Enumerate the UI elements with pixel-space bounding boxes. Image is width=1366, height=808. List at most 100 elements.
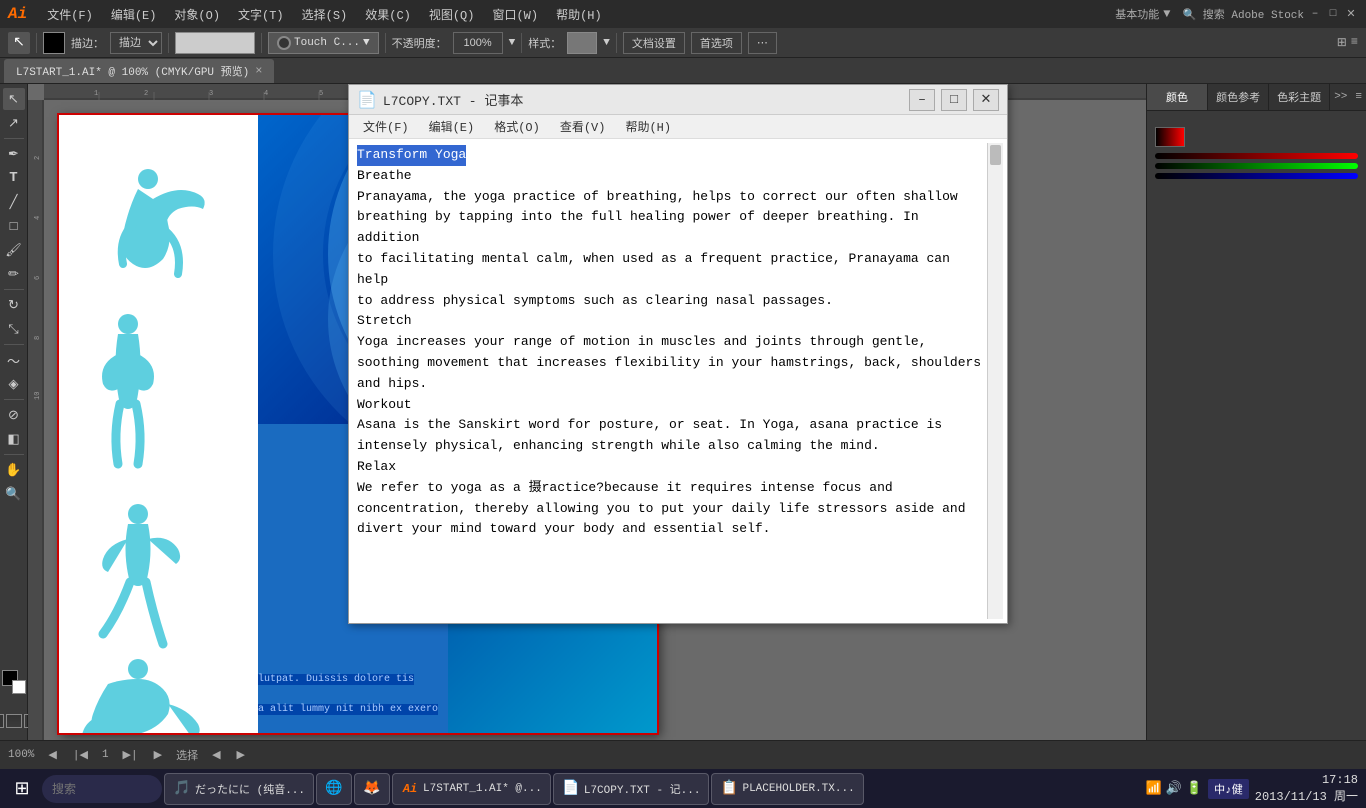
rotate-tool[interactable]: ↻ bbox=[3, 294, 25, 316]
minimize-button[interactable]: – bbox=[1308, 7, 1322, 21]
preferences-button[interactable]: 首选项 bbox=[691, 32, 742, 54]
taskbar-search-input[interactable] bbox=[42, 775, 162, 803]
pen-tool[interactable]: ✒ bbox=[3, 143, 25, 165]
tab-color-theme[interactable]: 色彩主题 bbox=[1269, 84, 1330, 110]
start-button[interactable]: ⊞ bbox=[4, 773, 40, 805]
taskbar-app-notepad1[interactable]: 📄 L7COPY.TXT - 记... bbox=[553, 773, 710, 805]
notepad-scrollbar[interactable] bbox=[987, 143, 1003, 619]
opacity-dropdown-arrow[interactable]: ▼ bbox=[509, 37, 516, 49]
normal-mode-icon[interactable] bbox=[0, 714, 4, 728]
menu-view[interactable]: 视图(Q) bbox=[421, 4, 483, 25]
toolbar-separator-3 bbox=[261, 33, 262, 53]
close-button[interactable]: ✕ bbox=[1344, 7, 1358, 21]
notepad-menu-help[interactable]: 帮助(H) bbox=[615, 116, 681, 137]
svg-text:2: 2 bbox=[34, 156, 42, 160]
notepad-window-icon: 📄 bbox=[357, 90, 377, 110]
battery-icon[interactable]: 🔋 bbox=[1186, 781, 1202, 796]
menu-edit[interactable]: 编辑(E) bbox=[103, 4, 165, 25]
gradient-tool[interactable]: ◧ bbox=[3, 428, 25, 450]
tool-separator-2 bbox=[4, 289, 24, 290]
status-next-button[interactable]: ▶ bbox=[235, 748, 247, 762]
eyedropper-tool[interactable]: ⊘ bbox=[3, 404, 25, 426]
line-tool[interactable]: ╱ bbox=[3, 191, 25, 213]
blend-tool[interactable]: ◈ bbox=[3, 373, 25, 395]
notepad-menu-file[interactable]: 文件(F) bbox=[353, 116, 419, 137]
pencil-tool[interactable]: ✏ bbox=[3, 263, 25, 285]
toolbar-separator-5 bbox=[521, 33, 522, 53]
stroke-color-box[interactable] bbox=[43, 32, 65, 54]
touch-button[interactable]: Touch C... ▼ bbox=[268, 32, 379, 54]
taskbar-app-illustrator[interactable]: Ai L7START_1.AI* @... bbox=[392, 773, 551, 805]
canvas-area[interactable]: 1 2 3 4 5 6 7 8 9 2 4 6 bbox=[28, 84, 1146, 740]
notepad-menu-edit[interactable]: 编辑(E) bbox=[419, 116, 485, 137]
page-next-button[interactable]: ▶ bbox=[152, 748, 164, 762]
notepad-minimize-button[interactable]: – bbox=[909, 89, 935, 111]
direct-select-tool[interactable]: ↗ bbox=[3, 112, 25, 134]
paintbrush-tool[interactable]: 🖌 bbox=[3, 239, 25, 261]
right-panel: 颜色 颜色参考 色彩主题 >> ≡ bbox=[1146, 84, 1366, 740]
notepad-window-title: L7COPY.TXT - 记事本 bbox=[383, 90, 903, 109]
grid-icon[interactable]: ≡ bbox=[1351, 35, 1358, 50]
menu-file[interactable]: 文件(F) bbox=[39, 4, 101, 25]
blue-slider-track bbox=[1155, 173, 1358, 179]
menu-object[interactable]: 对象(O) bbox=[166, 4, 228, 25]
volume-icon[interactable]: 🔊 bbox=[1166, 781, 1182, 796]
page-last-button[interactable]: ▶| bbox=[121, 748, 140, 762]
status-prev-button[interactable]: ◀ bbox=[210, 748, 222, 762]
menu-text[interactable]: 文字(T) bbox=[230, 4, 292, 25]
main-content: ↖ ↗ ✒ T ╱ □ 🖌 ✏ ↻ ⤡ 〜 ◈ ⊘ ◧ ✋ 🔍 bbox=[0, 84, 1366, 740]
page-first-button[interactable]: |◀ bbox=[71, 748, 90, 762]
maximize-button[interactable]: □ bbox=[1326, 7, 1340, 21]
panel-expand-icon[interactable]: >> bbox=[1330, 84, 1351, 110]
align-right-icon[interactable]: ⊞ bbox=[1337, 35, 1347, 50]
menu-window[interactable]: 窗口(W) bbox=[484, 4, 546, 25]
fill-stroke-swatches[interactable] bbox=[2, 670, 26, 694]
type-tool[interactable]: T bbox=[3, 167, 25, 189]
hand-tool[interactable]: ✋ bbox=[3, 459, 25, 481]
tab-color[interactable]: 颜色 bbox=[1147, 84, 1208, 110]
stroke-swatch[interactable] bbox=[12, 680, 26, 694]
panel-menu-icon[interactable]: ≡ bbox=[1351, 84, 1366, 110]
svg-text:5: 5 bbox=[319, 90, 323, 98]
tab-color-ref[interactable]: 颜色参考 bbox=[1208, 84, 1269, 110]
taskbar-app-notepad2[interactable]: 📋 PLACEHOLDER.TX... bbox=[711, 773, 863, 805]
system-clock[interactable]: 17:18 2013/11/13 周一 bbox=[1255, 773, 1358, 804]
page-prev-button[interactable]: ◀ bbox=[46, 748, 58, 762]
stroke-width-field[interactable] bbox=[175, 32, 255, 54]
scale-tool[interactable]: ⤡ bbox=[3, 318, 25, 340]
gradient-mode-icon[interactable] bbox=[6, 714, 22, 728]
menu-effect[interactable]: 效果(C) bbox=[357, 4, 419, 25]
ime-indicator[interactable]: 中♪健 bbox=[1208, 779, 1249, 799]
edge-icon: 🌐 bbox=[325, 780, 343, 798]
network-icon[interactable]: 📶 bbox=[1146, 781, 1162, 796]
rectangle-tool[interactable]: □ bbox=[3, 215, 25, 237]
opacity-input[interactable] bbox=[453, 32, 503, 54]
notepad-menu-view[interactable]: 查看(V) bbox=[550, 116, 616, 137]
color-mode-row bbox=[1155, 127, 1358, 147]
document-tab-title: L7START_1.AI* @ 100% (CMYK/GPU 预览) bbox=[16, 63, 249, 79]
taskbar-app-edge[interactable]: 🌐 bbox=[316, 773, 352, 805]
notepad-close-button[interactable]: ✕ bbox=[973, 89, 999, 111]
taskbar-app-music[interactable]: 🎵 だったにに (纯音... bbox=[164, 773, 314, 805]
notepad-maximize-button[interactable]: □ bbox=[941, 89, 967, 111]
doc-settings-button[interactable]: 文档设置 bbox=[623, 32, 685, 54]
notepad-textarea[interactable]: Transform Yoga Breathe Pranayama, the yo… bbox=[353, 143, 987, 619]
menu-select[interactable]: 选择(S) bbox=[294, 4, 356, 25]
notepad-content: Transform Yoga Breathe Pranayama, the yo… bbox=[349, 139, 1007, 623]
taskbar-app-firefox[interactable]: 🦊 bbox=[354, 773, 390, 805]
stroke-dropdown[interactable]: 描边 bbox=[110, 32, 162, 54]
tool-separator-4 bbox=[4, 399, 24, 400]
notepad-menu-format[interactable]: 格式(O) bbox=[484, 116, 550, 137]
extra-options-button[interactable]: ⋯ bbox=[748, 32, 777, 54]
close-tab-button[interactable]: × bbox=[255, 64, 262, 78]
top-menubar: Ai 文件(F) 编辑(E) 对象(O) 文字(T) 选择(S) 效果(C) 视… bbox=[0, 0, 1366, 28]
svg-text:2: 2 bbox=[144, 90, 148, 98]
document-tab[interactable]: L7START_1.AI* @ 100% (CMYK/GPU 预览) × bbox=[4, 59, 274, 83]
warp-tool[interactable]: 〜 bbox=[3, 349, 25, 371]
selection-label: 选择 bbox=[176, 747, 198, 763]
selection-tool-active[interactable]: ↖ bbox=[8, 32, 30, 54]
zoom-tool[interactable]: 🔍 bbox=[3, 483, 25, 505]
pointer-tool[interactable]: ↖ bbox=[3, 88, 25, 110]
menu-help[interactable]: 帮助(H) bbox=[548, 4, 610, 25]
style-dropdown-arrow[interactable]: ▼ bbox=[603, 37, 610, 49]
